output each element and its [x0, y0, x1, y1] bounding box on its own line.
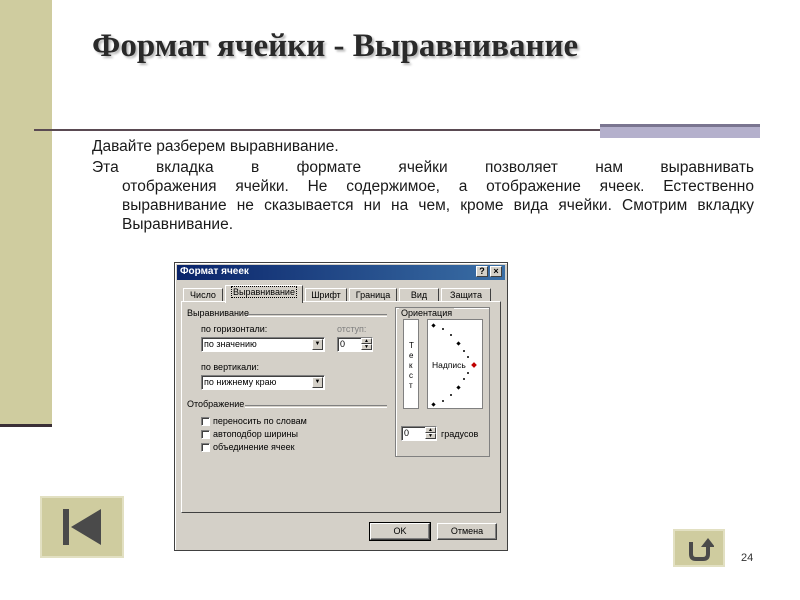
wrap-text-label: переносить по словам [213, 416, 307, 426]
shrink-to-fit-checkbox[interactable] [201, 430, 210, 439]
dropdown-arrow-icon[interactable]: ▼ [312, 339, 323, 350]
display-group-label: Отображение [187, 399, 245, 409]
return-arrow-icon [689, 538, 714, 561]
intro-text: Давайте разберем выравнивание. [92, 138, 339, 155]
cancel-button[interactable]: Отмена [437, 523, 497, 540]
orientation-dial[interactable]: Надпись [427, 319, 483, 409]
horizontal-select[interactable]: по значению ▼ [201, 337, 325, 352]
back-button[interactable] [40, 496, 124, 558]
alignment-group-line [247, 314, 387, 317]
ok-button[interactable]: OK [369, 522, 431, 541]
alignment-group-label: Выравнивание [187, 308, 249, 318]
body-line-first: Эта вкладка в формате ячейки позволяет н… [92, 159, 754, 176]
tab-number[interactable]: Число [183, 288, 223, 302]
display-group-line [245, 405, 387, 408]
format-cells-dialog: Формат ячеек ? × Число Выравнивание Шриф… [174, 262, 508, 551]
spin-down-icon[interactable]: ▼ [425, 433, 436, 439]
left-decor-line [0, 424, 52, 427]
vertical-select[interactable]: по нижнему краю ▼ [201, 375, 325, 390]
spin-down-icon[interactable]: ▼ [361, 344, 372, 350]
vertical-select-value: по нижнему краю [204, 377, 277, 387]
dialog-titlebar: Формат ячеек ? × [177, 265, 505, 280]
body-paragraph: Эта вкладка в формате ячейки позволяет н… [92, 158, 754, 234]
indent-spinner[interactable]: 0 ▲ ▼ [337, 337, 373, 352]
help-button[interactable]: ? [476, 266, 488, 277]
tab-font[interactable]: Шрифт [305, 288, 347, 302]
vertical-text-option[interactable]: Т е к с т [403, 319, 419, 409]
vertical-label: по вертикали: [201, 362, 259, 372]
orientation-group-label: Ориентация [399, 308, 455, 318]
return-button[interactable] [673, 529, 725, 567]
shrink-to-fit-label: автоподбор ширины [213, 429, 298, 439]
page-number: 24 [741, 552, 754, 564]
orientation-dial-label: Надпись [432, 360, 466, 370]
vertical-text-letters: Т е к с т [409, 341, 414, 390]
tab-view[interactable]: Вид [399, 288, 439, 302]
degrees-label: градусов [441, 429, 479, 439]
skip-back-icon [63, 509, 101, 545]
close-button[interactable]: × [490, 266, 502, 277]
degrees-spinner[interactable]: 0 ▲ ▼ [401, 426, 437, 441]
title-divider [34, 129, 600, 131]
horizontal-label: по горизонтали: [201, 324, 268, 334]
tab-border[interactable]: Граница [349, 288, 397, 302]
merge-cells-label: объединение ячеек [213, 442, 295, 452]
tab-protection[interactable]: Защита [441, 288, 491, 302]
dropdown-arrow-icon[interactable]: ▼ [312, 377, 323, 388]
wrap-text-checkbox[interactable] [201, 417, 210, 426]
indent-value: 0 [340, 339, 346, 349]
left-decor-band [0, 0, 52, 425]
body-lines-rest: отображения ячейки. Не содержимое, а ото… [122, 178, 754, 233]
degrees-value: 0 [404, 428, 410, 438]
title-accent-bar [600, 124, 760, 138]
tab-alignment[interactable]: Выравнивание [225, 285, 303, 303]
indent-label: отступ: [337, 324, 367, 334]
horizontal-select-value: по значению [204, 339, 257, 349]
slide-title: Формат ячейки - Выравнивание [92, 28, 579, 64]
dialog-title: Формат ячеек [180, 266, 249, 277]
merge-cells-checkbox[interactable] [201, 443, 210, 452]
